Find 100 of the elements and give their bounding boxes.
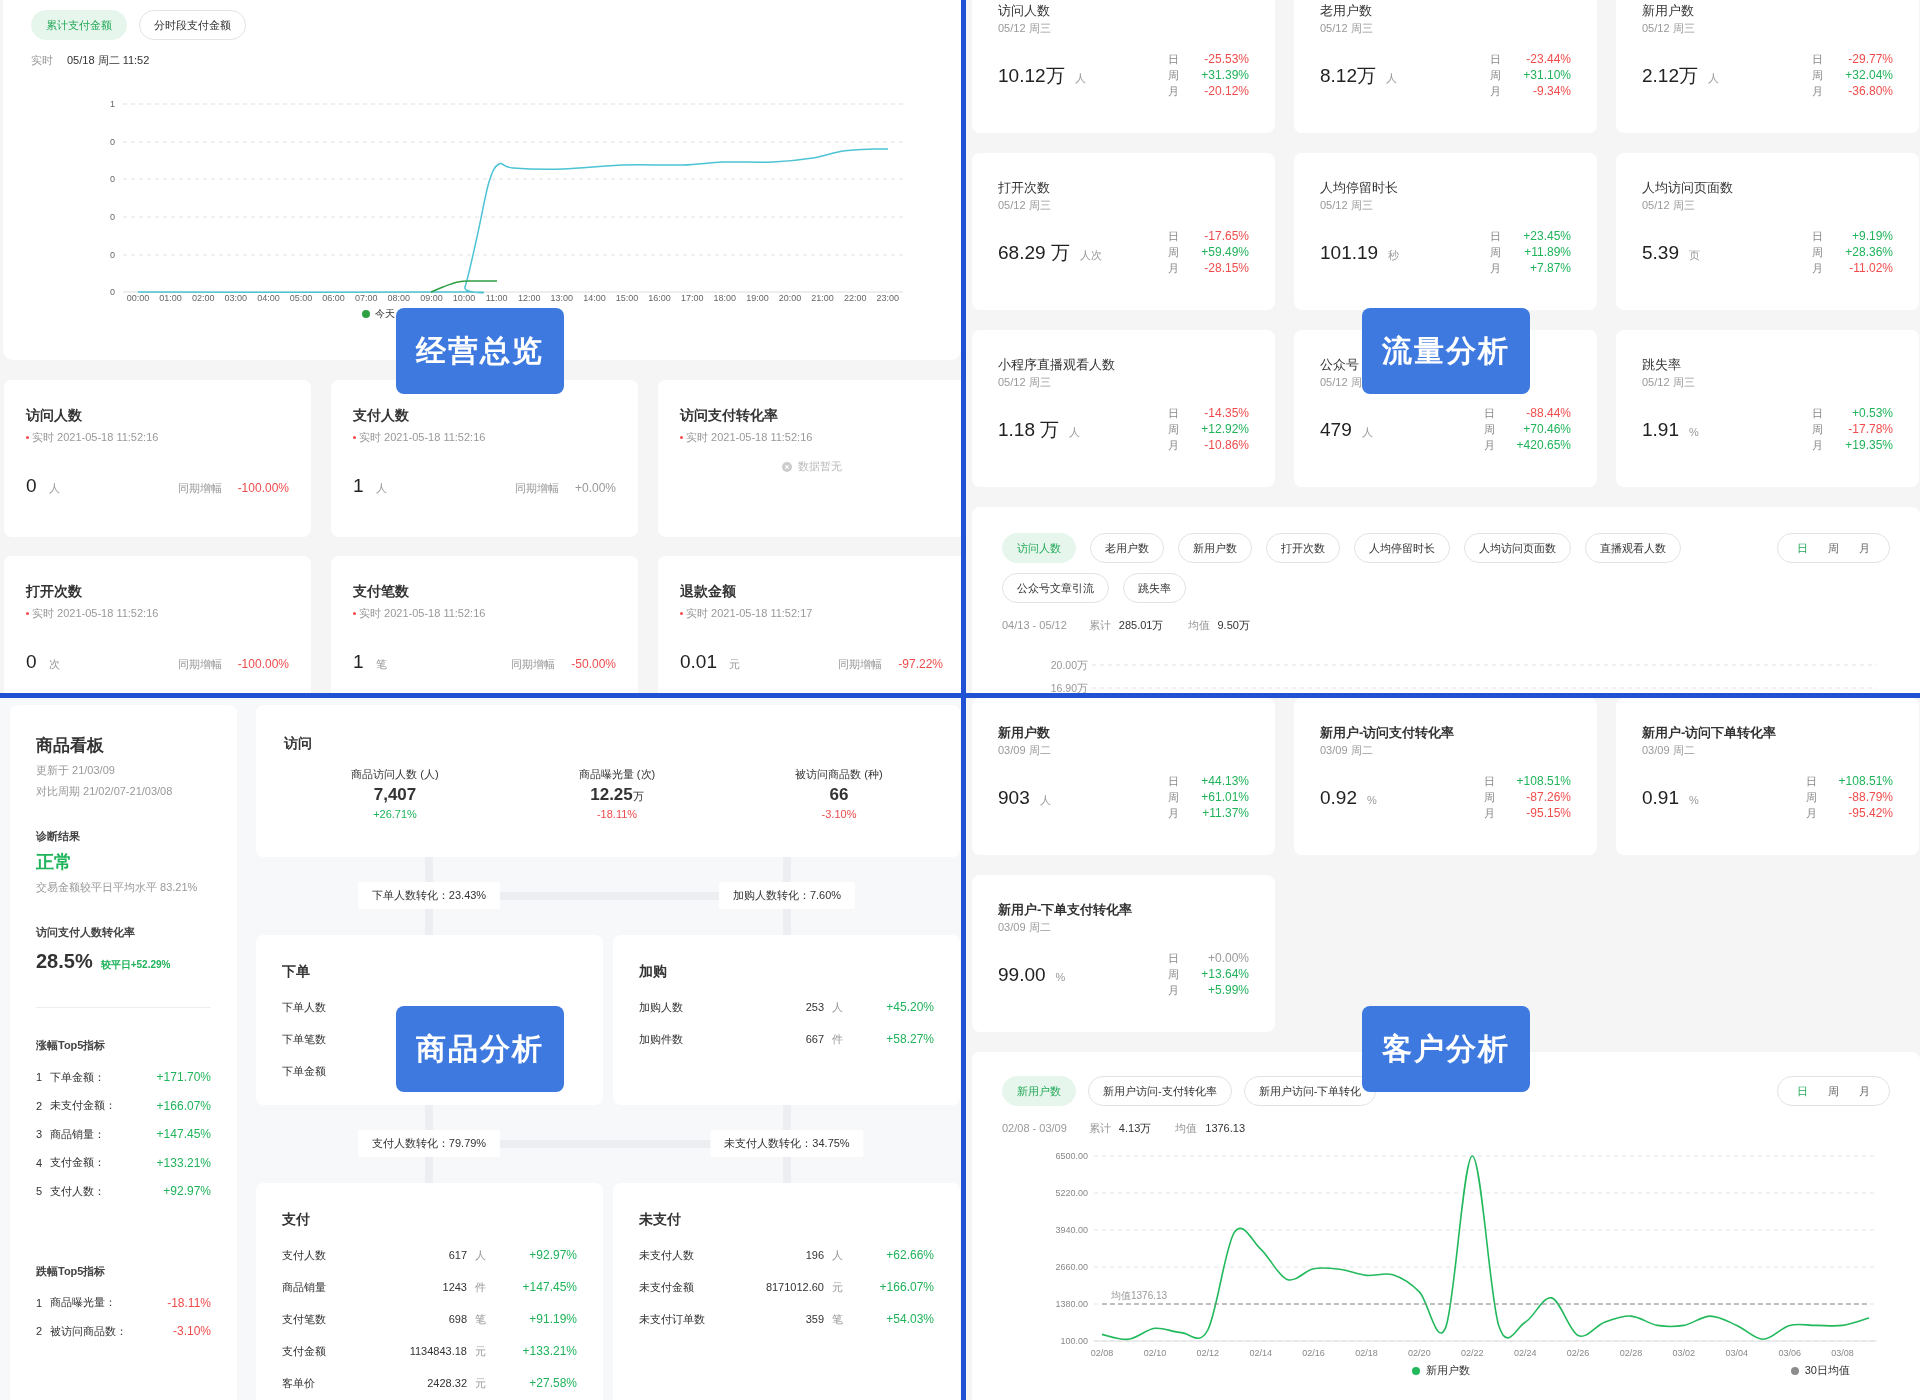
axis-label: 21:00: [811, 293, 834, 303]
period-label: 周: [1490, 68, 1502, 83]
change-value: -25.53%: [1203, 52, 1249, 67]
axis-label: 08:00: [387, 293, 411, 303]
change-value: +9.19%: [1850, 229, 1893, 244]
card-title: 访问: [284, 735, 313, 753]
axis-label: 02/24: [1513, 1348, 1537, 1358]
metric-value: 359: [805, 1313, 824, 1325]
unit-label: 元: [729, 657, 740, 672]
tab[interactable]: 老用户数: [1090, 533, 1164, 563]
tab[interactable]: 新用户访问-支付转化率: [1088, 1076, 1232, 1106]
unit-label: 元: [474, 1375, 487, 1391]
period-label: 月: [1812, 261, 1824, 276]
axis-label: 0: [110, 174, 115, 184]
change-value: +59.49%: [1201, 245, 1249, 260]
metric-value: 2428.32: [427, 1377, 467, 1389]
change-value: +61.01%: [1201, 790, 1249, 805]
timestamp: 实时 2021-05-18 11:52:16: [32, 430, 159, 445]
axis-label: 0: [110, 212, 115, 222]
timestamp: 实时 2021-05-18 11:52:17: [686, 606, 813, 621]
period-label: 日: [1812, 52, 1824, 67]
metric-value: 5.39: [1642, 241, 1679, 264]
legend-dot: [362, 310, 370, 318]
unit-label: 笔: [831, 1311, 844, 1327]
legend-label: 今天: [375, 307, 395, 321]
change-value: -23.44%: [1525, 52, 1571, 67]
tab[interactable]: 公众号文章引流: [1002, 573, 1109, 603]
axis-label: 11:00: [485, 293, 508, 303]
axis-label: 02/14: [1249, 1348, 1272, 1358]
section-title: 诊断结果: [36, 829, 81, 844]
timestamp: 实时 2021-05-18 11:52:16: [359, 606, 486, 621]
total-label: 累计: [1088, 1122, 1111, 1135]
change-value: -17.65%: [1203, 229, 1249, 244]
realtime-value: 05/18 周二 11:52: [67, 54, 150, 67]
period-label: 周: [1812, 68, 1824, 83]
timestamp: 实时 2021-05-18 11:52:16: [686, 430, 813, 445]
axis-label: 12:00: [517, 293, 541, 303]
period-option[interactable]: 周: [1819, 538, 1848, 558]
axis-label: 10:00: [452, 293, 476, 303]
axis-label: 02/16: [1302, 1348, 1325, 1358]
period-option[interactable]: 月: [1850, 538, 1879, 558]
period-option[interactable]: 月: [1850, 1081, 1879, 1101]
period-label: 周: [1168, 245, 1180, 260]
metric-value: 0: [26, 475, 37, 497]
card-title: 新用户数: [998, 724, 1051, 741]
metric-name: 客单价: [282, 1375, 316, 1391]
tab[interactable]: 新用户访问-下单转化: [1243, 1076, 1377, 1106]
period-option[interactable]: 周: [1819, 1081, 1848, 1101]
tab[interactable]: 人均停留时长: [1354, 533, 1450, 563]
stat-value: 7,407: [373, 785, 417, 805]
rate-value: 28.5%: [36, 950, 93, 973]
metric-value: 903: [998, 786, 1030, 809]
rank-number: 3: [36, 1128, 44, 1141]
card-title: 支付: [282, 1211, 311, 1227]
axis-label: 20.00万: [1050, 659, 1088, 671]
change-value: -3.10%: [172, 1324, 211, 1339]
metric-value: 1243: [442, 1281, 467, 1293]
bullet-icon: [680, 612, 683, 615]
timestamp: 实时 2021-05-18 11:52:16: [359, 430, 486, 445]
period-label: 周: [1483, 422, 1495, 437]
unit-label: 页: [1689, 247, 1700, 263]
card-title: 访问支付转化率: [680, 406, 779, 424]
period-label: 月: [1812, 84, 1824, 99]
tab[interactable]: 跳失率: [1123, 573, 1186, 603]
metric-name: 下单金额: [282, 1063, 327, 1079]
conversion-label: 加购人数转化：7.60%: [718, 882, 856, 909]
axis-label: 02/08: [1090, 1348, 1114, 1358]
unit-label: 次: [48, 657, 60, 672]
tab[interactable]: 人均访问页面数: [1464, 533, 1571, 563]
change-value: +31.10%: [1523, 68, 1571, 83]
metric-name: 商品曝光量：: [50, 1295, 116, 1311]
unit-label: 件: [474, 1279, 487, 1295]
rank-number: 1: [36, 1296, 44, 1309]
metric-name: 未支付人数: [639, 1247, 695, 1263]
tab[interactable]: 分时段支付金额: [139, 10, 246, 40]
change-value: +166.07%: [878, 1280, 934, 1294]
card-date: 03/09 周二: [998, 743, 1052, 758]
metric-value: 68.29 万: [998, 240, 1070, 265]
period-label: 月: [1812, 438, 1824, 453]
unit-label: 人: [831, 1247, 844, 1263]
period-label: 月: [1168, 983, 1180, 998]
axis-label: 16:00: [648, 293, 671, 303]
legend-dot: [1790, 1366, 1799, 1375]
axis-label: 03/06: [1778, 1348, 1801, 1358]
card-title: 打开次数: [26, 582, 83, 600]
average-value: 9.50万: [1217, 619, 1250, 632]
tab[interactable]: 打开次数: [1266, 533, 1340, 563]
change-value: +0.00%: [1206, 951, 1249, 966]
tab[interactable]: 直播观看人数: [1585, 533, 1681, 563]
axis-label: 23:00: [876, 293, 900, 303]
metric-value: 1.18 万: [998, 417, 1060, 442]
unit-label: 人次: [1079, 247, 1102, 263]
tab[interactable]: 新用户数: [1178, 533, 1252, 563]
unit-label: 人: [48, 481, 60, 496]
metric-value: 617: [448, 1249, 467, 1261]
change-value: +0.00%: [574, 481, 616, 495]
change-value: +31.39%: [1201, 68, 1249, 83]
change-value: -88.79%: [1847, 790, 1893, 805]
period-label: 月: [1483, 438, 1495, 453]
bullet-icon: [26, 612, 29, 615]
